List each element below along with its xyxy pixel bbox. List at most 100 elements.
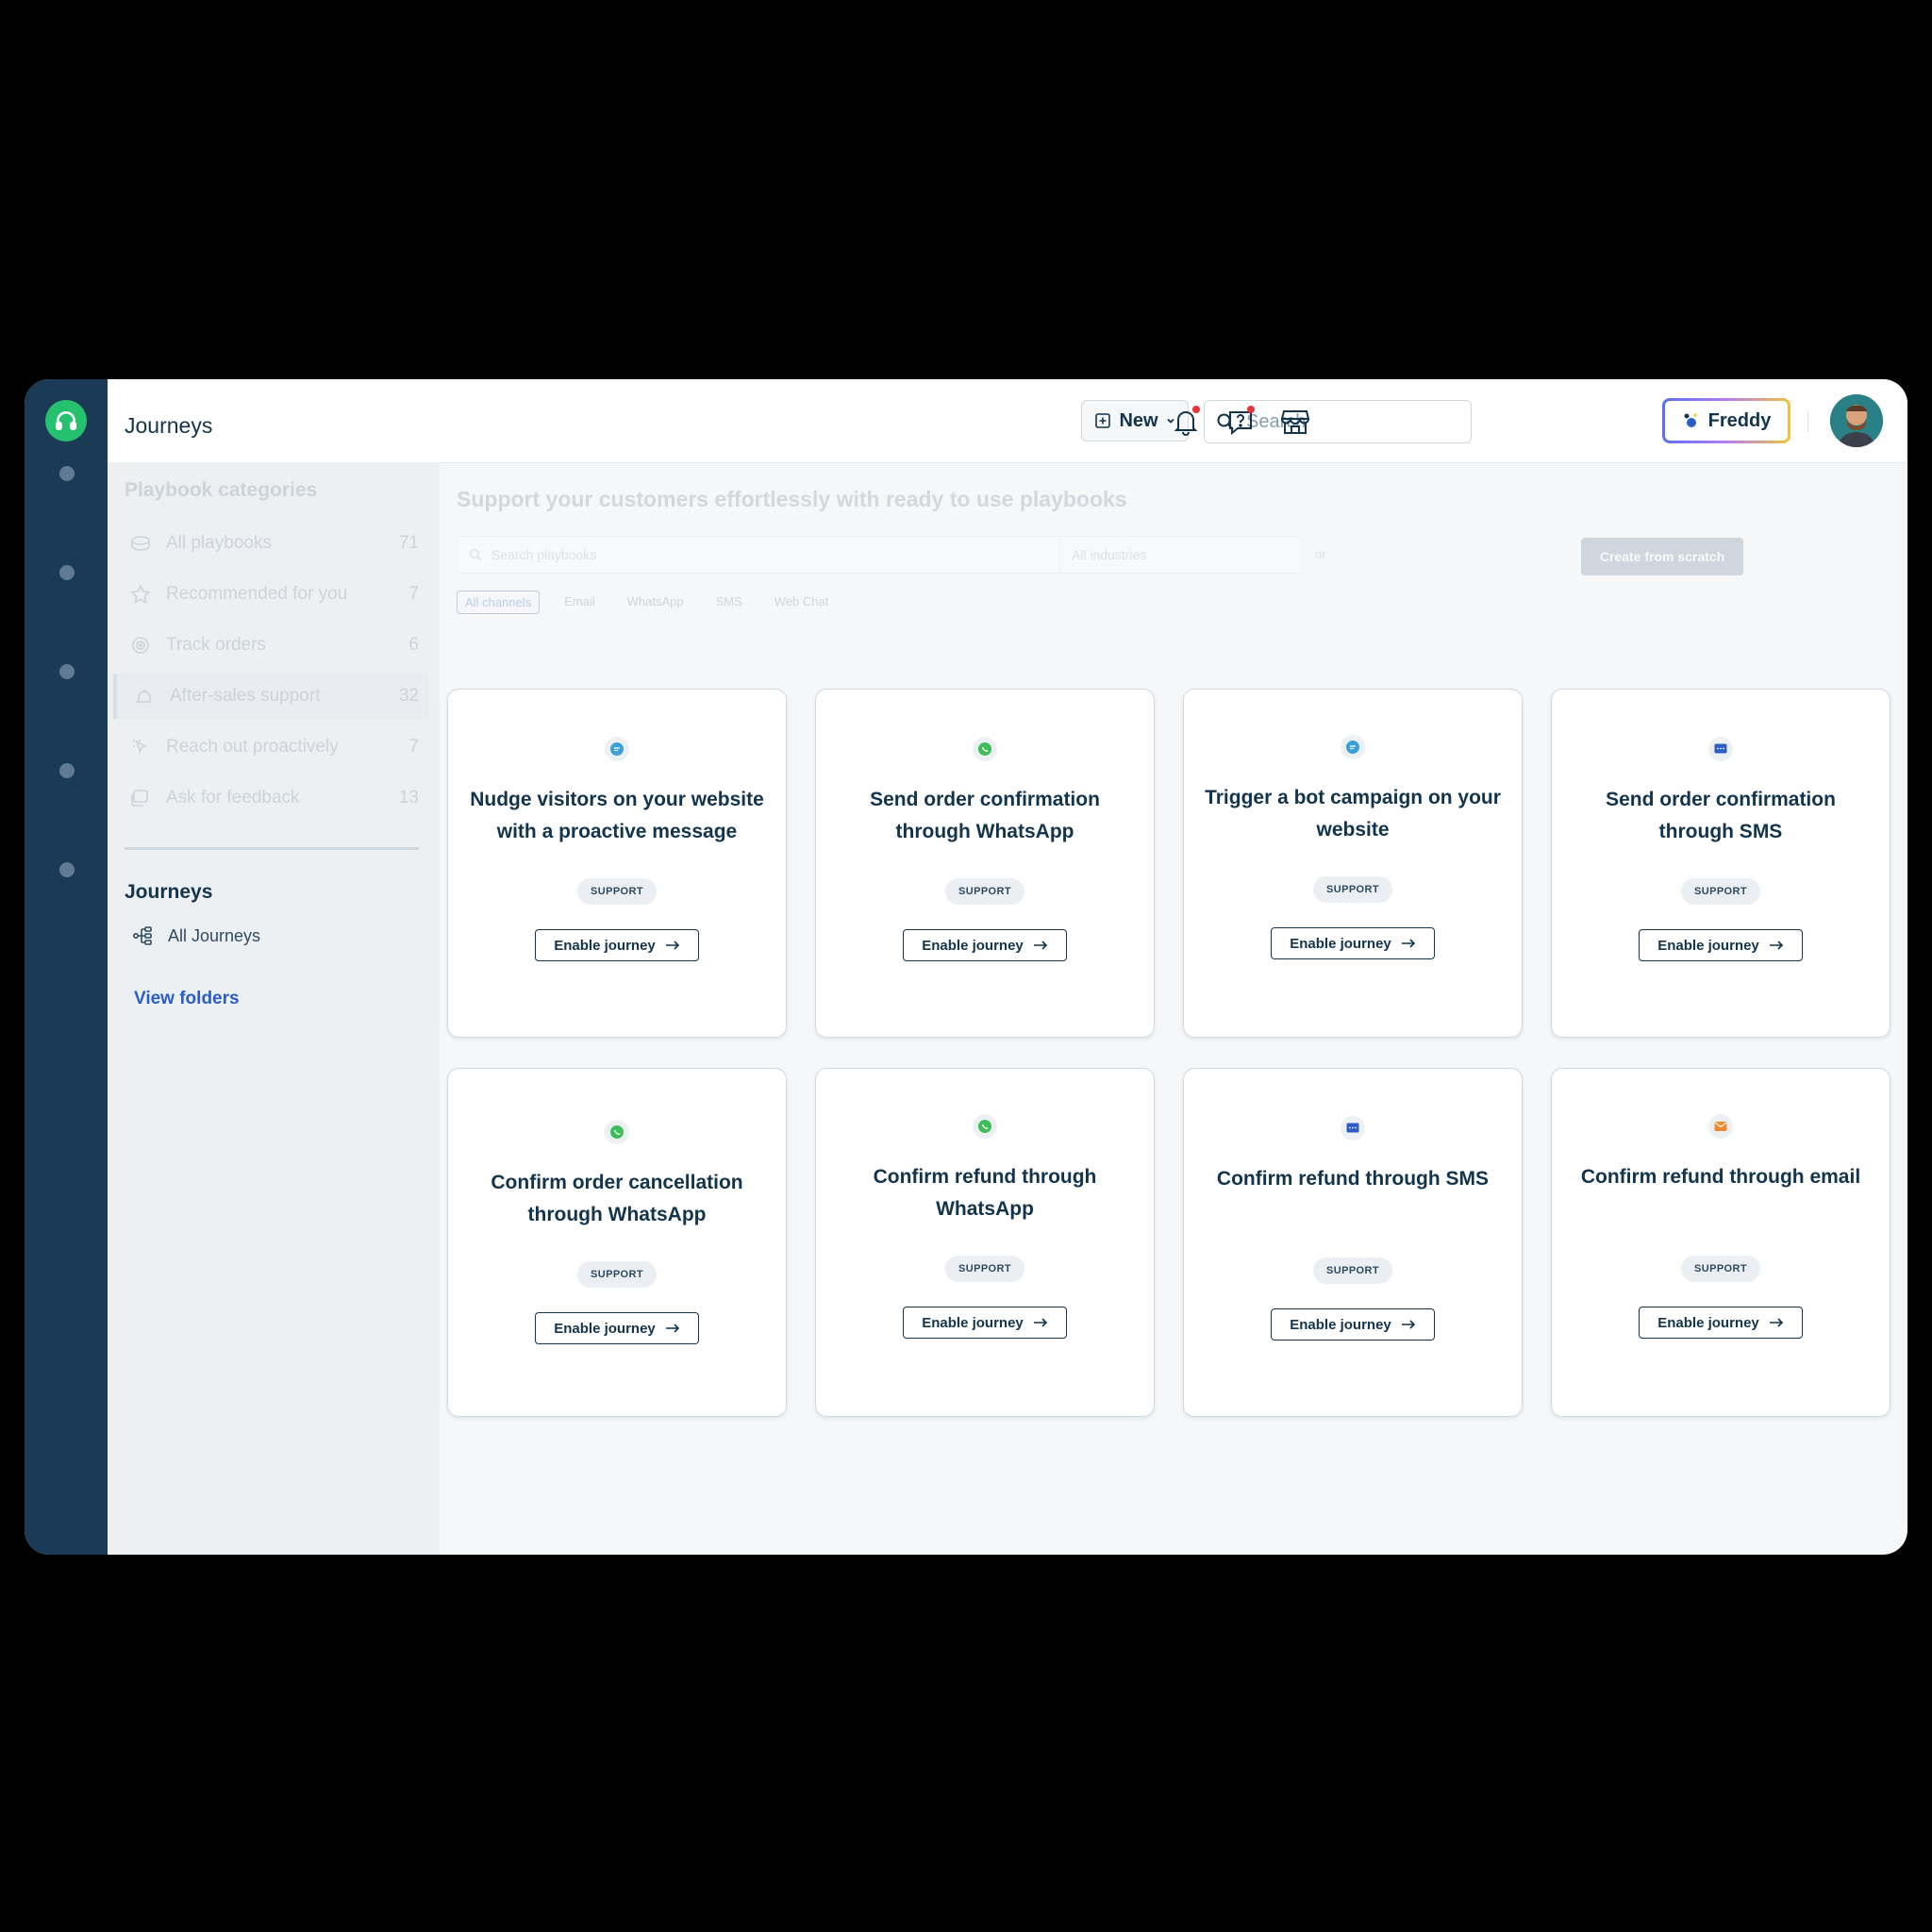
category-count: 13 — [398, 788, 419, 808]
journey-card[interactable]: Send order confirmation through WhatsApp… — [815, 689, 1155, 1038]
enable-journey-label: Enable journey — [922, 1314, 1024, 1331]
channel-chip-whatsapp[interactable]: WhatsApp — [620, 591, 691, 614]
marketplace-button[interactable] — [1277, 404, 1313, 440]
enable-journey-label: Enable journey — [1290, 935, 1391, 952]
top-bar: Journeys New Freddy — [108, 379, 1907, 463]
enable-journey-label: Enable journey — [922, 937, 1024, 954]
card-tag: SUPPORT — [945, 1256, 1024, 1282]
industries-select[interactable]: All industries — [1059, 537, 1301, 573]
nav-item-5[interactable] — [59, 862, 75, 877]
cursor-icon — [132, 739, 147, 755]
enable-journey-button[interactable]: Enable journey — [535, 1312, 699, 1344]
sms-icon — [1708, 737, 1733, 761]
enable-journey-button[interactable]: Enable journey — [535, 929, 699, 961]
category-count: 6 — [408, 635, 419, 655]
category-count: 71 — [398, 533, 419, 553]
whatsapp-icon — [973, 1114, 997, 1139]
target-icon — [132, 637, 149, 654]
playbook-search-input[interactable]: Search playbooks — [458, 547, 1059, 562]
card-title: Send order confirmation through WhatsApp — [870, 789, 1100, 842]
feedback-icon — [131, 790, 148, 807]
help-button[interactable] — [1223, 404, 1258, 440]
enable-journey-button[interactable]: Enable journey — [1271, 1308, 1435, 1341]
category-reach-out[interactable]: Reach out proactively 7 — [113, 724, 428, 770]
arrow-right-icon — [1401, 1320, 1415, 1329]
avatar[interactable] — [1830, 394, 1883, 447]
card-tag: SUPPORT — [577, 878, 657, 905]
enable-journey-button[interactable]: Enable journey — [903, 929, 1067, 961]
category-label: Ask for feedback — [166, 788, 300, 808]
journey-card[interactable]: Trigger a bot campaign on your website S… — [1183, 689, 1523, 1038]
create-from-scratch-button[interactable]: Create from scratch — [1581, 538, 1743, 575]
category-label: After-sales support — [170, 686, 321, 706]
enable-journey-button[interactable]: Enable journey — [903, 1307, 1067, 1339]
email-icon — [1708, 1114, 1733, 1139]
journey-card[interactable]: Confirm order cancellation through Whats… — [447, 1068, 787, 1417]
playbook-filter-bar: Search playbooks All industries — [457, 536, 1302, 574]
card-tag: SUPPORT — [1313, 876, 1392, 903]
category-after-sales[interactable]: After-sales support 32 — [113, 674, 428, 719]
app-window: Journeys New Freddy — [25, 379, 1907, 1555]
nav-item-1[interactable] — [59, 466, 75, 481]
channel-chip-webchat[interactable]: Web Chat — [767, 591, 837, 614]
category-all-playbooks[interactable]: All playbooks 71 — [113, 521, 428, 566]
chat-icon — [605, 737, 629, 761]
category-feedback[interactable]: Ask for feedback 13 — [113, 775, 428, 821]
card-tag: SUPPORT — [1313, 1257, 1392, 1284]
enable-journey-label: Enable journey — [554, 1320, 656, 1337]
journey-card[interactable]: Confirm refund through WhatsApp SUPPORT … — [815, 1068, 1155, 1417]
view-folders-link[interactable]: View folders — [134, 989, 240, 1009]
enable-journey-label: Enable journey — [1657, 937, 1759, 954]
store-icon — [1280, 410, 1310, 434]
journey-card[interactable]: Confirm refund through email SUPPORT Ena… — [1551, 1068, 1890, 1417]
card-title: Nudge visitors on your website with a pr… — [470, 789, 764, 842]
enable-journey-button[interactable]: Enable journey — [1639, 1307, 1803, 1339]
enable-journey-button[interactable]: Enable journey — [1639, 929, 1803, 961]
sms-icon — [1341, 1116, 1365, 1141]
nav-item-2[interactable] — [59, 565, 75, 580]
nav-item-4[interactable] — [59, 763, 75, 778]
category-recommended[interactable]: Recommended for you 7 — [113, 572, 428, 617]
or-label: or — [1315, 547, 1326, 561]
notifications-button[interactable] — [1168, 404, 1204, 440]
category-count: 32 — [398, 686, 419, 706]
headset-logo-icon[interactable] — [45, 400, 87, 441]
notification-dot — [1192, 406, 1200, 413]
arrow-right-icon — [1401, 939, 1415, 948]
category-label: Track orders — [166, 635, 266, 655]
plus-square-icon — [1095, 413, 1111, 428]
enable-journey-label: Enable journey — [1290, 1316, 1391, 1333]
arrow-right-icon — [1769, 1318, 1783, 1327]
nav-item-3[interactable] — [59, 664, 75, 679]
search-input[interactable] — [1244, 409, 1456, 434]
category-label: Reach out proactively — [166, 737, 339, 757]
journey-card[interactable]: Nudge visitors on your website with a pr… — [447, 689, 787, 1038]
divider — [1807, 411, 1808, 432]
arrow-right-icon — [665, 1324, 679, 1333]
journey-card[interactable]: Send order confirmation through SMS SUPP… — [1551, 689, 1890, 1038]
channel-filters: All channels Email WhatsApp SMS Web Chat — [457, 591, 836, 614]
freddy-ai-button[interactable]: Freddy — [1662, 398, 1790, 443]
channel-chip-all[interactable]: All channels — [457, 591, 541, 614]
categories-title: Playbook categories — [125, 479, 318, 501]
enable-journey-button[interactable]: Enable journey — [1271, 927, 1435, 959]
card-title: Send order confirmation through SMS — [1606, 789, 1836, 842]
channel-chip-email[interactable]: Email — [557, 591, 603, 614]
category-track-orders[interactable]: Track orders 6 — [113, 623, 428, 668]
whatsapp-icon — [605, 1120, 629, 1144]
arrow-right-icon — [1769, 941, 1783, 950]
freddy-label: Freddy — [1707, 409, 1772, 431]
main-content: Support your customers effortlessly with… — [440, 462, 1907, 1555]
journey-card[interactable]: Confirm refund through SMS SUPPORT Enabl… — [1183, 1068, 1523, 1417]
sidebar-divider — [125, 847, 419, 850]
playbooks-icon — [131, 536, 150, 551]
sidebar: Playbook categories All playbooks 71 Rec… — [108, 462, 440, 1555]
nav-rail — [25, 379, 108, 1555]
all-journeys-item[interactable]: All Journeys — [132, 924, 260, 947]
card-title: Confirm refund through SMS — [1216, 1168, 1490, 1190]
channel-chip-sms[interactable]: SMS — [708, 591, 750, 614]
category-label: Recommended for you — [166, 584, 348, 604]
playbooks-heading: Support your customers effortlessly with… — [457, 487, 1127, 511]
card-tag: SUPPORT — [945, 878, 1024, 905]
all-journeys-label: All Journeys — [168, 925, 261, 945]
